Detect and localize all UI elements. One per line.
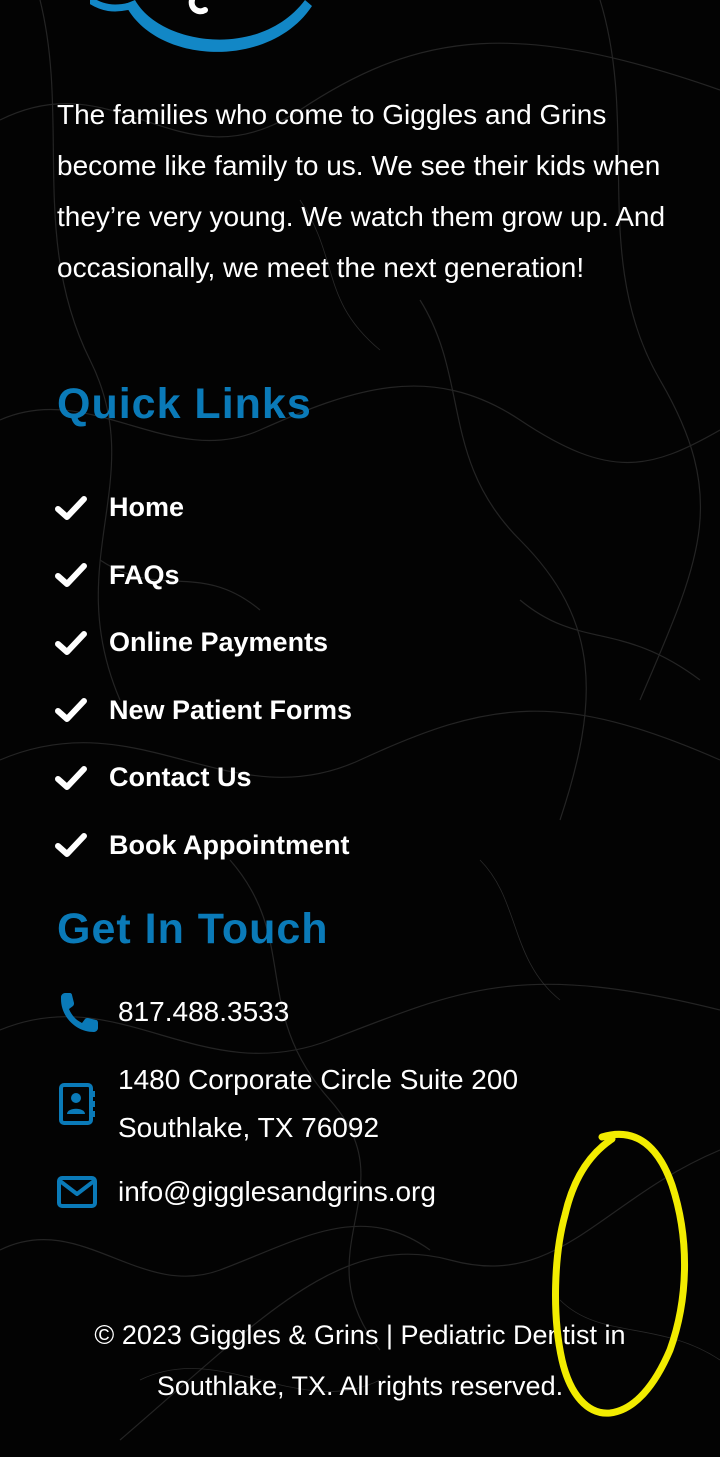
check-icon bbox=[55, 765, 87, 790]
quick-links-heading: Quick Links bbox=[57, 380, 312, 428]
check-icon bbox=[55, 698, 87, 723]
yellow-circle-annotation bbox=[552, 1130, 688, 1417]
quick-link-label: New Patient Forms bbox=[109, 694, 353, 725]
email-link[interactable]: info@gigglesandgrins.org bbox=[118, 1168, 436, 1216]
get-in-touch-heading: Get In Touch bbox=[57, 905, 329, 953]
contact-address: 1480 Corporate Circle Suite 200 Southlak… bbox=[55, 1056, 518, 1152]
address-text: 1480 Corporate Circle Suite 200 Southlak… bbox=[118, 1056, 518, 1152]
envelope-icon bbox=[55, 1170, 99, 1214]
logo-smile-fragment bbox=[90, 0, 312, 52]
quick-link-faqs[interactable]: FAQs bbox=[55, 542, 655, 610]
contact-phone: 817.488.3533 bbox=[55, 988, 289, 1036]
check-icon bbox=[55, 563, 87, 588]
quick-link-label: FAQs bbox=[109, 559, 180, 590]
address-book-icon bbox=[55, 1082, 99, 1126]
quick-link-label: Contact Us bbox=[109, 762, 252, 793]
quick-link-label: Book Appointment bbox=[109, 829, 350, 860]
intro-paragraph: The families who come to Giggles and Gri… bbox=[57, 99, 666, 283]
quick-links-list: Home FAQs Online Payments New Patient Fo… bbox=[55, 474, 655, 879]
address-line-1: 1480 Corporate Circle Suite 200 bbox=[118, 1064, 519, 1095]
contact-email: info@gigglesandgrins.org bbox=[55, 1168, 436, 1216]
check-icon bbox=[55, 833, 87, 858]
quick-link-new-patient-forms[interactable]: New Patient Forms bbox=[55, 677, 655, 745]
quick-link-home[interactable]: Home bbox=[55, 474, 655, 542]
check-icon bbox=[55, 495, 87, 520]
check-icon bbox=[55, 630, 87, 655]
quick-link-label: Online Payments bbox=[109, 627, 329, 658]
address-line-2: Southlake, TX 76092 bbox=[118, 1112, 380, 1143]
phone-number-link[interactable]: 817.488.3533 bbox=[118, 988, 289, 1036]
quick-link-book-appointment[interactable]: Book Appointment bbox=[55, 812, 655, 880]
quick-link-contact-us[interactable]: Contact Us bbox=[55, 744, 655, 812]
quick-link-label: Home bbox=[109, 492, 185, 523]
quick-link-online-payments[interactable]: Online Payments bbox=[55, 609, 655, 677]
phone-icon bbox=[55, 990, 99, 1034]
